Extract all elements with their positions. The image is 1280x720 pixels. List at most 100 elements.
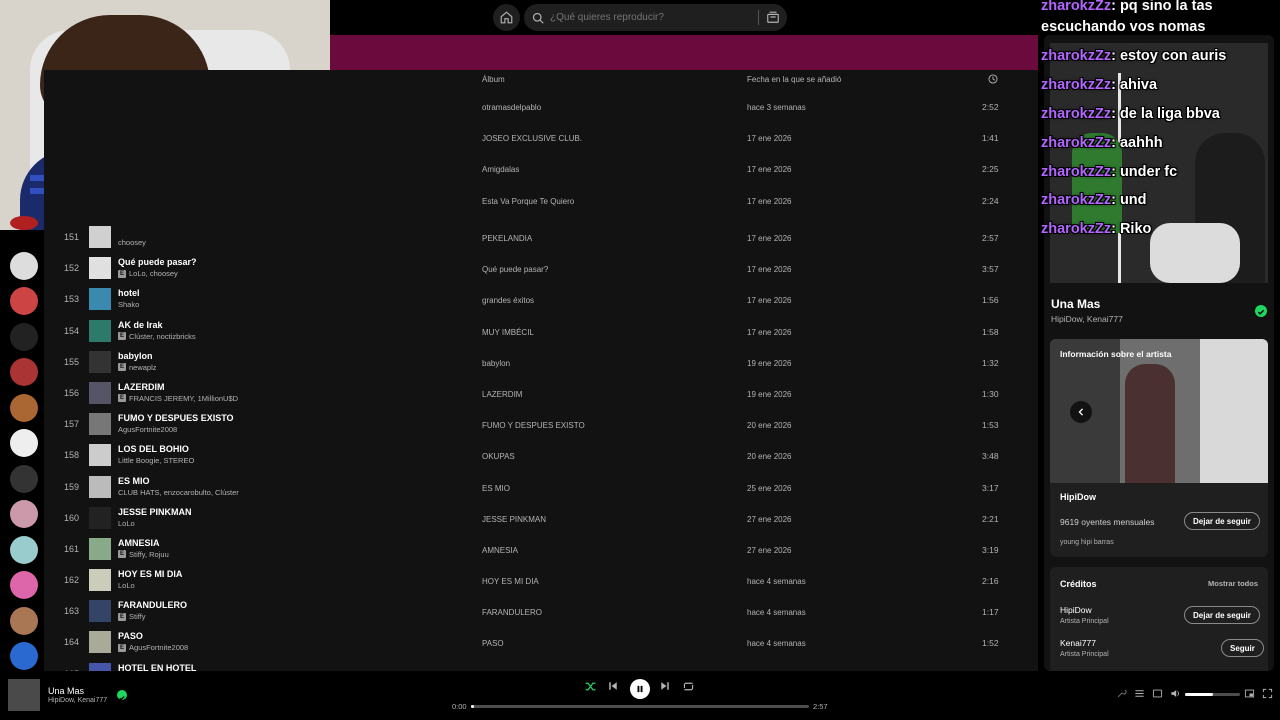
sidebar-playlist-avatar[interactable]: [10, 606, 38, 635]
track-cover[interactable]: [89, 257, 111, 280]
track-title[interactable]: babylon: [118, 351, 153, 361]
track-album[interactable]: FUMO Y DESPUES EXISTO: [482, 421, 585, 430]
column-date-added[interactable]: Fecha en la que se añadió: [747, 75, 841, 84]
track-artist-names[interactable]: newaplz: [129, 363, 157, 372]
track-cover[interactable]: [89, 475, 111, 498]
track-title[interactable]: HOY ES MI DIA: [118, 569, 182, 579]
credit-follow-button[interactable]: Seguir: [1221, 639, 1264, 657]
table-row[interactable]: otramasdelpablo hace 3 semanas 2:52: [44, 91, 1038, 122]
track-album[interactable]: babylon: [482, 359, 510, 368]
track-artists[interactable]: E AgusFortnite2008: [118, 643, 188, 652]
track-album[interactable]: Qué puede pasar?: [482, 265, 548, 274]
track-artist-names[interactable]: Clúster, noctizbricks: [129, 332, 196, 341]
table-row[interactable]: JOSEO EXCLUSIVE CLUB. 17 ene 2026 1:41: [44, 122, 1038, 153]
table-row[interactable]: 160 JESSE PINKMAN LoLo JESSE PINKMAN 27 ene …: [44, 503, 1038, 534]
track-title[interactable]: ES MIO: [118, 476, 150, 486]
pause-button[interactable]: [630, 679, 650, 699]
track-title[interactable]: HOTEL EN HOTEL: [118, 663, 196, 671]
player-track-title[interactable]: Una Mas: [48, 686, 84, 696]
track-album[interactable]: otramasdelpablo: [482, 103, 541, 112]
track-title[interactable]: AMNESIA: [118, 538, 160, 548]
track-cover[interactable]: [89, 506, 111, 529]
shuffle-button[interactable]: [584, 680, 597, 693]
next-track-button[interactable]: [659, 680, 671, 692]
table-row[interactable]: 162 HOY ES MI DIA LoLo HOY ES MI DIA hace 4 …: [44, 565, 1038, 596]
chat-username[interactable]: zharokzZz: [1041, 48, 1111, 64]
player-track-artists[interactable]: HipiDow, Kenai777: [48, 697, 107, 704]
sidebar-playlist-avatar[interactable]: [10, 535, 38, 564]
sidebar-playlist-avatar[interactable]: [10, 216, 38, 230]
track-album[interactable]: Amigdalas: [482, 165, 519, 174]
track-album[interactable]: OKUPAS: [482, 452, 515, 461]
track-album[interactable]: JESSE PINKMAN: [482, 515, 546, 524]
saved-check-icon[interactable]: [1255, 305, 1267, 317]
chat-username[interactable]: zharokzZz: [1041, 221, 1111, 237]
track-album[interactable]: PEKELANDIA: [482, 234, 532, 243]
track-cover[interactable]: [89, 413, 111, 436]
table-row[interactable]: Amigdalas 17 ene 2026 2:25: [44, 153, 1038, 184]
track-artist-names[interactable]: Stiffy, Rojuu: [129, 550, 169, 559]
sidebar-playlist-avatar[interactable]: [10, 358, 38, 386]
table-row[interactable]: 153 hotel Shako grandes éxitos 17 ene 2026 1:…: [44, 284, 1038, 315]
track-artists[interactable]: Enewaplz: [118, 363, 157, 372]
home-button[interactable]: [493, 4, 520, 31]
track-artists[interactable]: E LoLo, choosey: [118, 269, 178, 278]
player-saved-check-icon[interactable]: [117, 690, 127, 701]
unfollow-button[interactable]: Dejar de seguir: [1184, 512, 1260, 530]
track-album[interactable]: LAZERDIM: [482, 390, 522, 399]
now-playing-artists[interactable]: HipiDow, Kenai777: [1051, 314, 1123, 324]
clock-icon[interactable]: [988, 74, 998, 84]
track-artists[interactable]: E FRANCIS JEREMY, 1MillionU$D: [118, 394, 238, 403]
table-row[interactable]: 157 FUMO Y DESPUES EXISTO AgusFortnite2008…: [44, 409, 1038, 440]
sidebar-playlist-avatar[interactable]: [10, 571, 38, 599]
chat-username[interactable]: zharokzZz: [1041, 192, 1111, 208]
table-row[interactable]: Esta Va Porque Te Quiero 17 ene 2026 2:24: [44, 185, 1038, 216]
track-title[interactable]: JESSE PINKMAN: [118, 507, 192, 517]
artist-name[interactable]: HipiDow: [1060, 492, 1096, 502]
previous-image-button[interactable]: [1070, 401, 1092, 423]
track-artist-names[interactable]: Stiffy: [129, 612, 146, 621]
track-album[interactable]: AMNESIA: [482, 546, 518, 555]
fullscreen-icon[interactable]: [1262, 688, 1273, 699]
track-artist-names[interactable]: FRANCIS JEREMY, 1MillionU$D: [129, 394, 238, 403]
track-title[interactable]: PASO: [118, 631, 143, 641]
track-cover[interactable]: [89, 631, 111, 654]
track-artist-names[interactable]: choosey: [118, 238, 146, 247]
table-row[interactable]: 155 babylon Enewaplz babylon 19 ene 2026 1:32: [44, 347, 1038, 378]
track-cover[interactable]: [89, 600, 111, 623]
table-row[interactable]: 165HOTEL EN HOTELEHOTEL EN HOTELhace 3 s…: [44, 659, 1038, 671]
show-all-credits-link[interactable]: Mostrar todos: [1208, 579, 1258, 588]
track-title[interactable]: LOS DEL BOHIO: [118, 444, 189, 454]
track-title[interactable]: FUMO Y DESPUES EXISTO: [118, 413, 234, 423]
track-album[interactable]: JOSEO EXCLUSIVE CLUB.: [482, 134, 582, 143]
table-row[interactable]: 158 LOS DEL BOHIO Little Boogie, STEREO OKU…: [44, 440, 1038, 471]
now-playing-title[interactable]: Una Mas: [1051, 297, 1100, 311]
search-input[interactable]: [550, 12, 740, 23]
sidebar-playlist-avatar[interactable]: [10, 429, 38, 457]
track-album[interactable]: Esta Va Porque Te Quiero: [482, 197, 574, 206]
track-artists[interactable]: E Stiffy, Rojuu: [118, 550, 169, 559]
chat-username[interactable]: zharokzZz: [1041, 106, 1111, 122]
table-row[interactable]: 159 ES MIO CLUB HATS, enzocarobulto, Clúst…: [44, 472, 1038, 503]
track-title[interactable]: AK de Irak: [118, 320, 163, 330]
table-row[interactable]: 151 choosey PEKELANDIA 17 ene 2026 2:57: [44, 222, 1038, 253]
track-cover[interactable]: [89, 350, 111, 373]
track-artist-names[interactable]: AgusFortnite2008: [129, 643, 188, 652]
track-cover[interactable]: [89, 288, 111, 311]
table-row[interactable]: 156 LAZERDIM E FRANCIS JEREMY, 1MillionU$D L…: [44, 378, 1038, 409]
track-artists[interactable]: Shako: [118, 300, 139, 309]
chat-username[interactable]: zharokzZz: [1041, 0, 1111, 14]
search-bar[interactable]: [524, 4, 787, 31]
track-title[interactable]: FARANDULERO: [118, 600, 187, 610]
sidebar-playlist-avatar[interactable]: [10, 251, 38, 280]
track-artist-names[interactable]: LoLo: [118, 581, 135, 590]
sidebar-playlist-avatar[interactable]: [10, 287, 38, 315]
track-artists[interactable]: E Stiffy: [118, 612, 146, 621]
browse-icon[interactable]: [766, 10, 780, 24]
track-album[interactable]: ES MIO: [482, 484, 510, 493]
repeat-button[interactable]: [682, 680, 695, 693]
player-cover-art[interactable]: [8, 679, 40, 711]
table-row[interactable]: 152 Qué puede pasar? E LoLo, choosey Qué pue…: [44, 253, 1038, 284]
track-artist-names[interactable]: Shako: [118, 300, 139, 309]
sidebar-playlist-avatar[interactable]: [10, 500, 38, 528]
